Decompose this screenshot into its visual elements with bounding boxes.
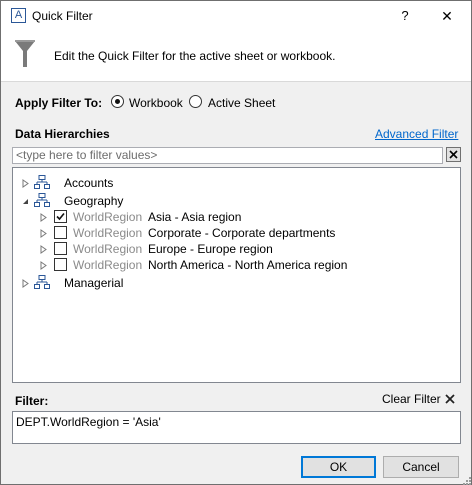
tree-item-checkbox[interactable]	[54, 242, 67, 255]
tree-item-geography[interactable]: Geography	[13, 193, 453, 209]
expand-arrow-icon[interactable]	[21, 279, 30, 288]
advanced-filter-link[interactable]: Advanced Filter	[375, 127, 458, 141]
active-sheet-radio[interactable]	[189, 95, 202, 108]
member-label: Corporate - Corporate departments	[148, 226, 336, 240]
tree-item-asia[interactable]: WorldRegion Asia - Asia region	[13, 209, 453, 225]
expand-arrow-icon[interactable]	[39, 229, 48, 238]
workbook-radio[interactable]	[111, 95, 124, 108]
help-button[interactable]: ?	[394, 4, 416, 28]
filter-values-search-input[interactable]: <type here to filter values>	[12, 147, 443, 164]
quick-filter-dialog: A Quick Filter ? ✕ Edit the Quick Filter…	[0, 0, 472, 485]
tree-item-managerial[interactable]: Managerial	[13, 275, 453, 291]
tree-item-checkbox[interactable]	[54, 258, 67, 271]
data-hierarchies-label: Data Hierarchies	[15, 127, 110, 141]
level-name: WorldRegion	[73, 258, 143, 272]
tree-item-checkbox[interactable]	[54, 210, 67, 223]
tree-item-label: Accounts	[64, 176, 114, 190]
close-button[interactable]: ✕	[434, 4, 460, 28]
expand-arrow-icon[interactable]	[21, 179, 30, 188]
search-clear-button[interactable]	[446, 147, 461, 162]
title-bar: A Quick Filter ? ✕	[1, 1, 471, 32]
app-icon: A	[11, 8, 26, 23]
tree-item-accounts[interactable]: Accounts	[13, 175, 453, 191]
filter-label: Filter:	[15, 394, 49, 408]
hierarchy-tree: Accounts Geography WorldRegion Asia - As…	[12, 167, 461, 383]
ok-button[interactable]: OK	[301, 456, 376, 478]
checkmark-icon	[56, 212, 65, 221]
filter-expression-field[interactable]: DEPT.WorldRegion = 'Asia'	[12, 411, 461, 444]
clear-filter-button[interactable]: Clear Filter	[382, 392, 441, 406]
header-description: Edit the Quick Filter for the active she…	[54, 49, 336, 63]
hierarchy-icon	[34, 275, 50, 289]
tree-item-europe[interactable]: WorldRegion Europe - Europe region	[13, 241, 453, 257]
header-band: Edit the Quick Filter for the active she…	[1, 32, 471, 82]
expand-arrow-icon[interactable]	[39, 261, 48, 270]
close-icon	[449, 150, 458, 159]
funnel-icon	[15, 40, 35, 67]
tree-item-corporate[interactable]: WorldRegion Corporate - Corporate depart…	[13, 225, 453, 241]
expand-arrow-icon[interactable]	[39, 213, 48, 222]
window-title: Quick Filter	[32, 9, 93, 23]
workbook-radio-label[interactable]: Workbook	[129, 96, 183, 110]
hierarchy-icon	[34, 193, 50, 207]
expand-arrow-icon[interactable]	[39, 245, 48, 254]
tree-item-label: Managerial	[64, 276, 124, 290]
tree-item-north-america[interactable]: WorldRegion North America - North Americ…	[13, 257, 453, 273]
member-label: Asia - Asia region	[148, 210, 242, 224]
tree-item-label: Geography	[64, 194, 124, 208]
level-name: WorldRegion	[73, 210, 143, 224]
member-label: Europe - Europe region	[148, 242, 273, 256]
apply-filter-label: Apply Filter To:	[15, 96, 103, 110]
cancel-button[interactable]: Cancel	[383, 456, 459, 478]
clear-filter-x-icon[interactable]	[445, 394, 455, 404]
active-sheet-radio-label[interactable]: Active Sheet	[208, 96, 275, 110]
level-name: WorldRegion	[73, 226, 143, 240]
collapse-arrow-icon[interactable]	[21, 197, 30, 206]
member-label: North America - North America region	[148, 258, 348, 272]
hierarchy-icon	[34, 175, 50, 189]
tree-item-checkbox[interactable]	[54, 226, 67, 239]
resize-grip-icon[interactable]	[462, 476, 471, 485]
level-name: WorldRegion	[73, 242, 143, 256]
